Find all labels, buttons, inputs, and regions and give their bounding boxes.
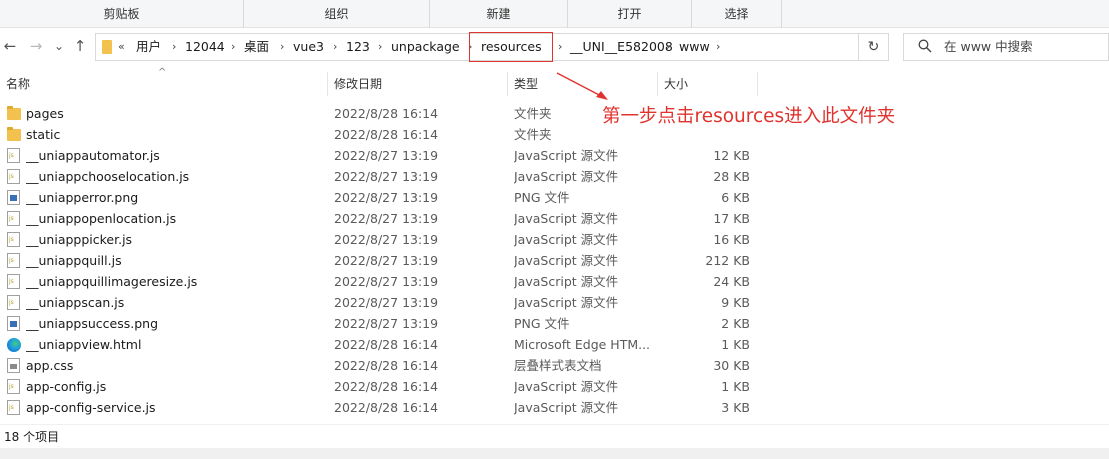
window-bottom-edge bbox=[0, 448, 1109, 459]
status-bar: 18 个项目 bbox=[0, 424, 1109, 448]
annotation-text: 第一步点击resources进入此文件夹 bbox=[602, 106, 896, 127]
annotation-arrow bbox=[556, 72, 608, 100]
item-count: 18 个项目 bbox=[4, 430, 60, 444]
